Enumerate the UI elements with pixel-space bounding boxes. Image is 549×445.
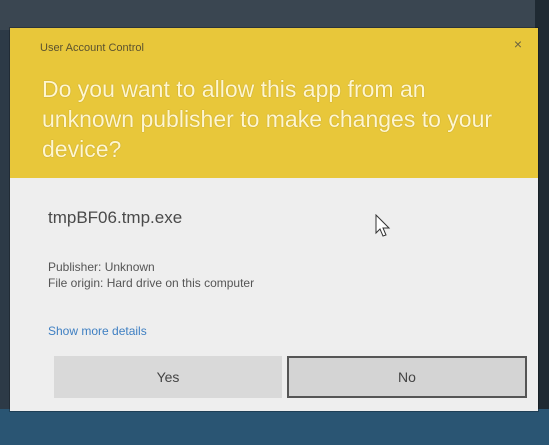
publisher-info: Publisher: Unknown [48,260,155,274]
app-name: tmpBF06.tmp.exe [48,208,183,227]
dialog-question: Do you want to allow this app from an un… [42,76,493,162]
screen-background-top [0,0,549,30]
taskbar-area [0,409,549,445]
uac-body: tmpBF06.tmp.exe Publisher: Unknown File … [10,178,538,411]
yes-button[interactable]: Yes [54,356,282,398]
close-icon[interactable]: × [514,36,522,52]
uac-header: User Account Control × Do you want to al… [10,28,538,178]
show-more-details-link[interactable]: Show more details [48,324,147,338]
uac-dialog: User Account Control × Do you want to al… [10,28,538,411]
no-button[interactable]: No [287,356,527,398]
dialog-caption: User Account Control [40,42,144,54]
mouse-pointer-icon [375,214,391,237]
file-origin-info: File origin: Hard drive on this computer [48,276,255,290]
